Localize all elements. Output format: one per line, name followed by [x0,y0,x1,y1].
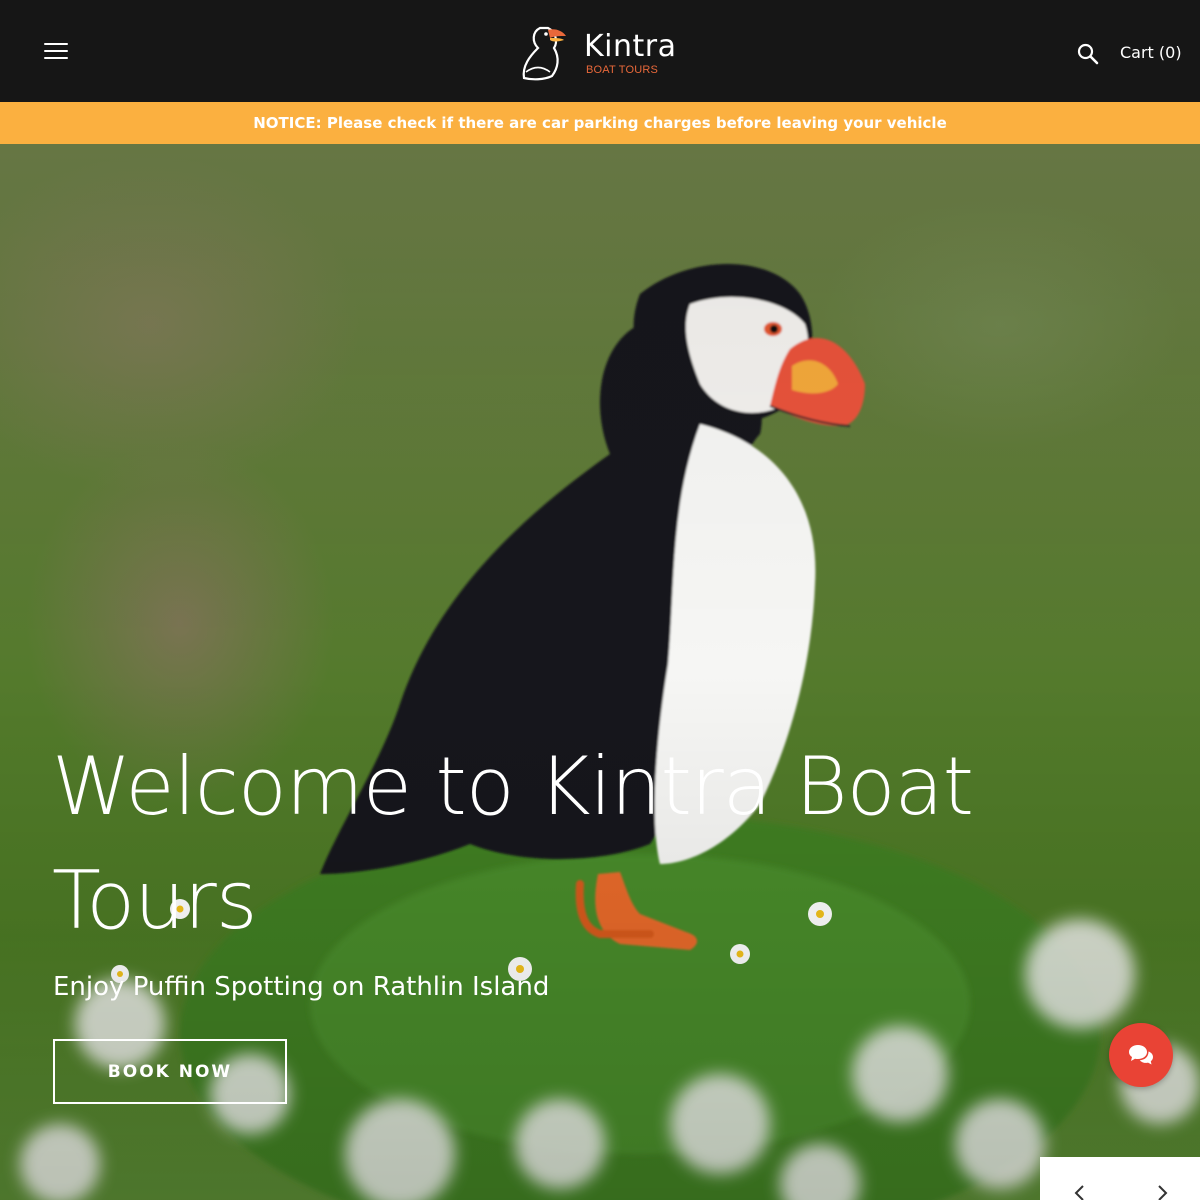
notice-bar: NOTICE: Please check if there are car pa… [0,102,1200,144]
hamburger-menu-icon[interactable] [42,40,70,62]
hero-banner: Welcome to Kintra Boat Tours Enjoy Puffi… [0,144,1200,1200]
brand-logo[interactable]: Kintra BOAT TOURS [518,22,688,82]
book-now-button[interactable]: BOOK NOW [53,1039,287,1104]
chevron-left-icon[interactable] [1070,1183,1090,1200]
site-header: Kintra BOAT TOURS Cart (0) [0,0,1200,102]
cart-link[interactable]: Cart (0) [1120,43,1182,62]
slider-nav [1040,1157,1200,1200]
notice-text: NOTICE: Please check if there are car pa… [253,114,947,132]
hero-subtitle: Enjoy Puffin Spotting on Rathlin Island [53,972,550,1002]
chat-button[interactable] [1109,1023,1173,1087]
chevron-right-icon[interactable] [1152,1183,1172,1200]
hero-title: Welcome to Kintra Boat Tours [52,740,974,947]
brand-tagline: BOAT TOURS [586,64,659,76]
search-icon[interactable] [1076,42,1100,66]
puffin-logo-icon [522,26,566,81]
chat-bubbles-icon [1129,1045,1153,1065]
brand-name: Kintra [584,29,677,64]
